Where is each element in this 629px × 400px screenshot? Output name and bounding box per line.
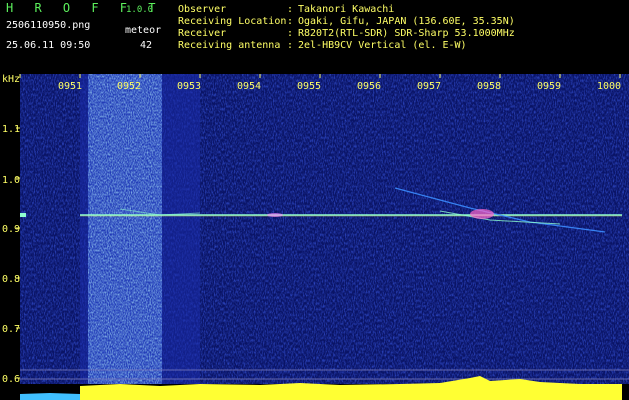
x-tick-0957: 0957 [417, 81, 441, 92]
y-tick-0-6: 0.6 [2, 374, 20, 385]
x-tick-0951: 0951 [58, 81, 82, 92]
y-tick-0-7: 0.7 [2, 324, 20, 335]
observer-label: Observer [178, 4, 227, 15]
antenna-label: Receiving antenna [178, 40, 281, 51]
location-label: Receiving Location [178, 16, 287, 27]
meteor-count: 42 [140, 40, 153, 51]
x-tick-0952: 0952 [117, 81, 141, 92]
y-axis-unit: kHz [2, 74, 20, 85]
x-tick-1000: 1000 [597, 81, 621, 92]
file-name: 2506110950.png [6, 20, 91, 31]
antenna-value: 2el-HB9CV Vertical (el. E-W) [298, 40, 467, 51]
spectrogram: kHz 1.1 1.0 0.9 0.8 0.7 0.6 0951 0952 09… [0, 74, 629, 400]
receiver-value: R820T2(RTL-SDR) SDR-Sharp 53.1000MHz [298, 28, 515, 39]
observer-value: Takanori Kawachi [298, 4, 395, 15]
antenna-colon: : [287, 40, 294, 51]
location-value: Ogaki, Gifu, JAPAN (136.60E, 35.35N) [298, 16, 515, 27]
meteor-echo-small [267, 213, 283, 217]
x-tick-0959: 0959 [537, 81, 561, 92]
y-tick-0-9: 0.9 [2, 224, 20, 235]
y-tick-0-8: 0.8 [2, 274, 20, 285]
receiver-colon: : [287, 28, 294, 39]
receiver-label: Receiver [178, 28, 227, 39]
date-time: 25.06.11 09:50 [6, 40, 91, 51]
header-panel: H R O F F T 1.0.0 2506110950.png meteor … [0, 0, 629, 74]
location-colon: : [287, 16, 294, 27]
x-tick-0953: 0953 [177, 81, 201, 92]
meteor-head-echo [470, 209, 494, 219]
mode-label: meteor [125, 25, 162, 36]
interference-band-noise [88, 74, 162, 384]
y-tick-1-0: 1.0 [2, 175, 20, 186]
observer-colon: : [287, 4, 294, 15]
x-tick-0958: 0958 [477, 81, 501, 92]
y-tick-1-1: 1.1 [2, 124, 20, 135]
app-version: 1.0.0 [126, 5, 154, 15]
x-tick-0956: 0956 [357, 81, 381, 92]
x-tick-0955: 0955 [297, 81, 321, 92]
x-tick-0954: 0954 [237, 81, 261, 92]
signal-level-bar-left [20, 393, 80, 400]
